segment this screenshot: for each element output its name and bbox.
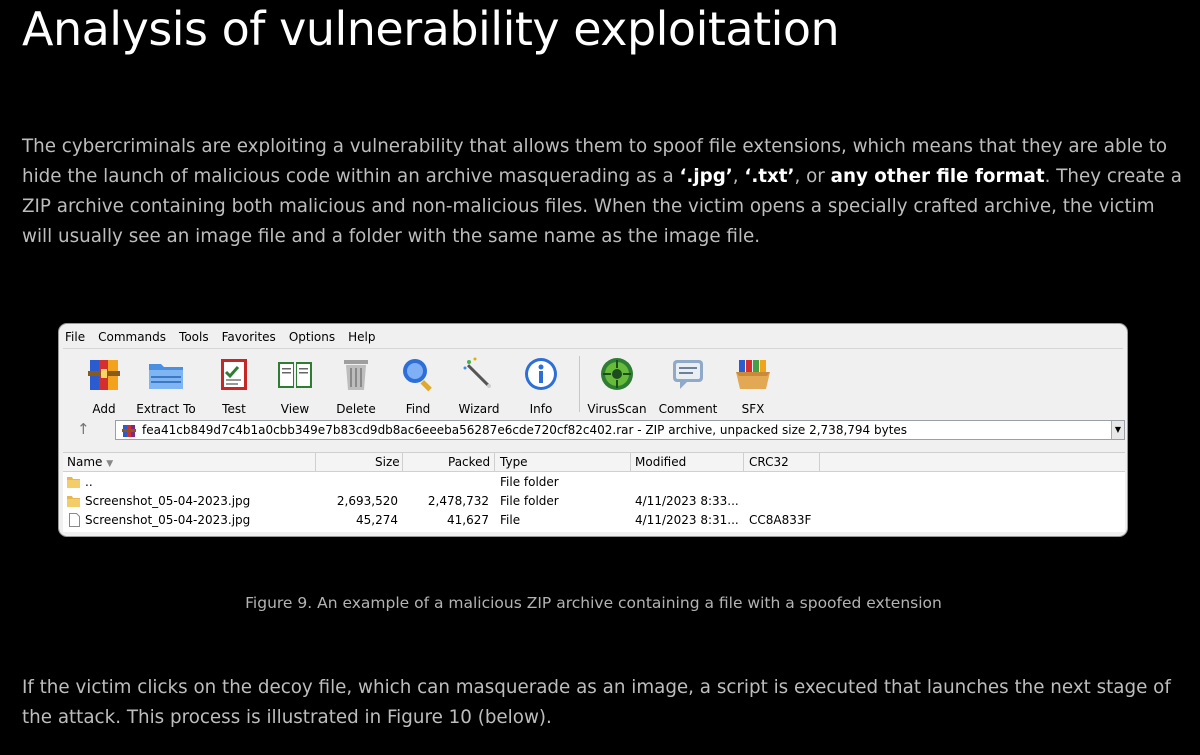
archive-path-field[interactable]: fea41cb849d7c4b1a0cbb349e7b83cd9db8ac6ee… — [115, 420, 1125, 440]
virusscan-button[interactable]: VirusScan — [582, 354, 652, 416]
row-modified: 4/11/2023 8:33... — [635, 494, 739, 508]
delete-bin-icon — [336, 354, 376, 394]
column-modified[interactable]: Modified — [635, 455, 686, 471]
rar-archive-icon — [122, 423, 136, 437]
sfx-box-icon — [733, 354, 773, 394]
table-row[interactable]: Screenshot_05-04-2023.jpg 45,274 41,627 … — [63, 511, 1125, 530]
test-label: Test — [222, 402, 246, 416]
wizard-wand-icon — [459, 354, 499, 394]
info-button[interactable]: Info — [510, 354, 572, 416]
followup-paragraph: If the victim clicks on the decoy file, … — [22, 677, 1171, 728]
up-arrow-icon[interactable]: ↑ — [77, 420, 90, 438]
folder-icon — [67, 495, 80, 507]
intro-text-2: , — [732, 166, 745, 187]
toolbar-separator — [579, 356, 580, 412]
figure-caption: Figure 9. An example of a malicious ZIP … — [245, 594, 942, 612]
column-name[interactable]: Name ▼ — [67, 455, 113, 471]
row-type: File — [500, 513, 521, 527]
row-size: 2,693,520 — [336, 494, 398, 508]
virusscan-label: VirusScan — [587, 402, 647, 416]
extract-to-label: Extract To — [136, 402, 196, 416]
add-archive-icon — [84, 354, 124, 394]
archive-path-text: fea41cb849d7c4b1a0cbb349e7b83cd9db8ac6ee… — [142, 423, 908, 437]
row-packed: 41,627 — [447, 513, 489, 527]
chevron-down-icon[interactable]: ▼ — [1111, 421, 1124, 439]
menu-bar: File Commands Tools Favorites Options He… — [65, 328, 375, 346]
row-name: Screenshot_05-04-2023.jpg — [85, 494, 251, 508]
find-magnifier-icon — [398, 354, 438, 394]
folder-icon — [67, 476, 80, 488]
wizard-label: Wizard — [458, 402, 500, 416]
test-button[interactable]: Test — [203, 354, 265, 416]
test-checklist-icon — [214, 354, 254, 394]
add-button[interactable]: Add — [73, 354, 135, 416]
info-icon — [521, 354, 561, 394]
add-label: Add — [92, 402, 116, 416]
column-divider — [743, 453, 744, 471]
column-packed[interactable]: Packed — [448, 455, 490, 471]
view-label: View — [280, 402, 310, 416]
row-type: File folder — [500, 494, 559, 508]
column-divider — [819, 453, 820, 471]
column-size[interactable]: Size — [375, 455, 400, 471]
column-divider — [402, 453, 403, 471]
row-crc32: CC8A833F — [749, 513, 812, 527]
row-packed: 2,478,732 — [427, 494, 489, 508]
extract-to-button[interactable]: Extract To — [131, 354, 201, 416]
table-row[interactable]: .. File folder — [63, 473, 1125, 492]
sfx-label: SFX — [741, 402, 765, 416]
file-list: Name ▼ Size Packed Type Modified CRC32 .… — [63, 452, 1125, 532]
page-heading: Analysis of vulnerability exploitation — [22, 2, 840, 56]
menu-help[interactable]: Help — [348, 330, 375, 344]
file-icon — [69, 513, 80, 527]
delete-label: Delete — [336, 402, 376, 416]
menu-commands[interactable]: Commands — [98, 330, 166, 344]
row-name: .. — [85, 475, 93, 489]
view-button[interactable]: View — [264, 354, 326, 416]
row-type: File folder — [500, 475, 559, 489]
wizard-button[interactable]: Wizard — [448, 354, 510, 416]
info-label: Info — [529, 402, 553, 416]
table-row[interactable]: Screenshot_05-04-2023.jpg 2,693,520 2,47… — [63, 492, 1125, 511]
delete-button[interactable]: Delete — [325, 354, 387, 416]
row-size: 45,274 — [356, 513, 398, 527]
comment-button[interactable]: Comment — [656, 354, 720, 416]
extract-folder-icon — [146, 354, 186, 394]
column-divider — [315, 453, 316, 471]
comment-icon — [668, 354, 708, 394]
menu-divider — [63, 348, 1123, 349]
column-crc32[interactable]: CRC32 — [749, 455, 789, 471]
menu-options[interactable]: Options — [289, 330, 335, 344]
intro-paragraph: The cybercriminals are exploiting a vuln… — [22, 132, 1187, 252]
sfx-button[interactable]: SFX — [722, 354, 784, 416]
file-list-header: Name ▼ Size Packed Type Modified CRC32 — [63, 453, 1125, 472]
row-name: Screenshot_05-04-2023.jpg — [85, 513, 251, 527]
column-divider — [630, 453, 631, 471]
column-type[interactable]: Type — [500, 455, 528, 471]
column-divider — [494, 453, 495, 471]
menu-file[interactable]: File — [65, 330, 85, 344]
address-bar: ↑ fea41cb849d7c4b1a0cbb349e7b83cd9db8ac6… — [63, 420, 1125, 442]
intro-text-3: , or — [794, 166, 831, 187]
virus-scan-icon — [597, 354, 637, 394]
comment-label: Comment — [658, 402, 718, 416]
intro-bold-other: any other file format — [830, 166, 1045, 187]
intro-bold-jpg: ‘.jpg’ — [679, 166, 733, 187]
intro-bold-txt: ‘.txt’ — [744, 166, 795, 187]
menu-favorites[interactable]: Favorites — [222, 330, 276, 344]
row-modified: 4/11/2023 8:31... — [635, 513, 739, 527]
winrar-window-figure: File Commands Tools Favorites Options He… — [58, 323, 1128, 537]
find-button[interactable]: Find — [387, 354, 449, 416]
view-book-icon — [275, 354, 315, 394]
sort-arrow-icon: ▼ — [106, 459, 114, 469]
menu-tools[interactable]: Tools — [179, 330, 209, 344]
find-label: Find — [405, 402, 431, 416]
